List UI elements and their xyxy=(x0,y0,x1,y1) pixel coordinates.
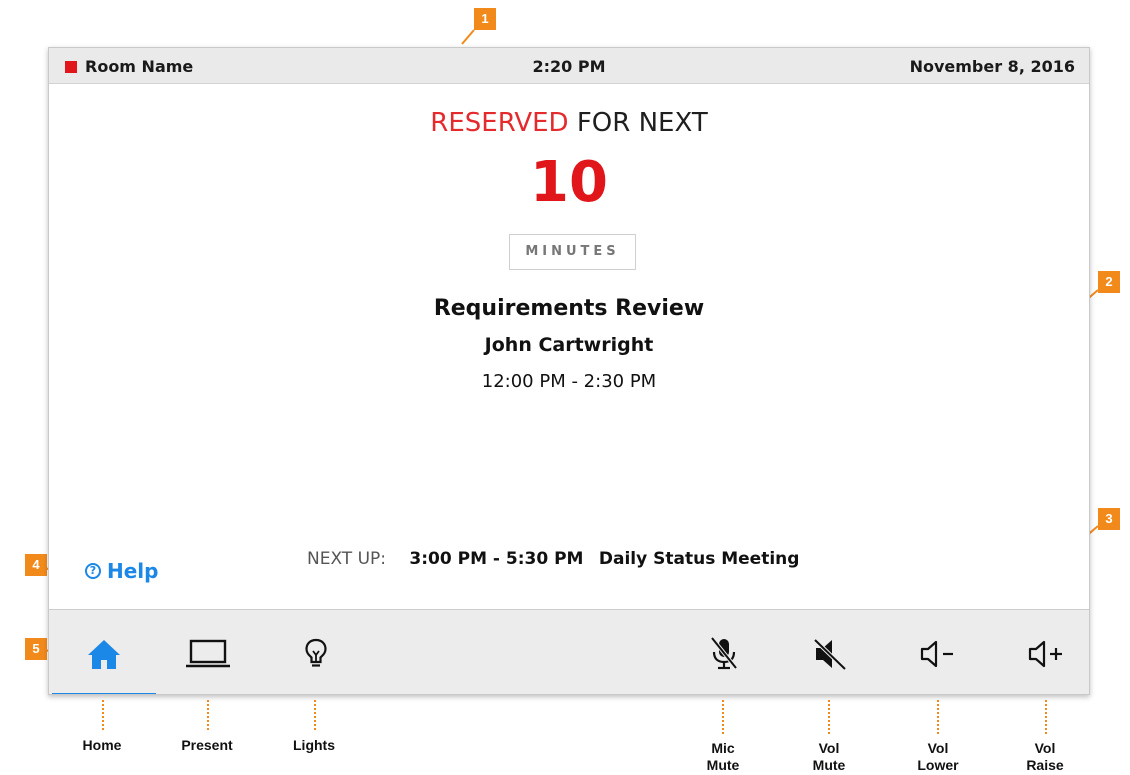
help-button[interactable]: ? Help xyxy=(85,559,158,583)
next-up-title: Daily Status Meeting xyxy=(598,549,800,569)
label-vol-lower: Vol Lower xyxy=(917,740,959,773)
mic-mute-icon xyxy=(710,636,738,669)
nav-vol-lower-button[interactable] xyxy=(897,610,979,694)
label-vol-mute: Vol Mute xyxy=(812,740,846,773)
label-lights: Lights xyxy=(293,737,335,753)
label-mic-mute: Mic Mute xyxy=(706,740,740,773)
reservation-panel: RESERVED FOR NEXT 10 MINUTES Requirement… xyxy=(49,85,1089,609)
nav-vol-raise-button[interactable] xyxy=(1005,610,1087,694)
vol-mute-leader-line xyxy=(828,700,830,734)
nav-home-button[interactable] xyxy=(52,610,156,694)
lightbulb-icon xyxy=(305,638,327,667)
label-vol-raise: Vol Raise xyxy=(1026,740,1064,773)
room-panel-screen: Room Name 2:20 PM November 8, 2016 RESER… xyxy=(48,47,1090,695)
home-icon xyxy=(88,639,120,669)
reserved-rest: FOR NEXT xyxy=(576,108,708,138)
nav-vol-mute-button[interactable] xyxy=(789,610,871,694)
home-leader-line xyxy=(102,700,104,730)
reservation-heading: RESERVED FOR NEXT xyxy=(49,108,1089,138)
volume-up-icon xyxy=(1028,640,1062,667)
status-bar: Room Name 2:20 PM November 8, 2016 xyxy=(49,48,1089,84)
nav-lights-button[interactable] xyxy=(275,610,357,694)
meeting-time-range: 12:00 PM - 2:30 PM xyxy=(481,371,657,392)
callout-1-leader xyxy=(461,29,475,45)
minutes-count: 10 xyxy=(530,150,608,215)
reserved-word: RESERVED xyxy=(430,108,569,138)
vol-lower-leader-line xyxy=(937,700,939,734)
label-present: Present xyxy=(181,737,233,753)
volume-down-icon xyxy=(920,640,953,667)
laptop-icon xyxy=(186,639,230,667)
present-leader-line xyxy=(207,700,209,730)
next-up-label: NEXT UP: xyxy=(307,549,387,569)
label-home: Home xyxy=(82,737,122,753)
help-label: Help xyxy=(107,559,159,583)
meeting-title: Requirements Review xyxy=(433,296,705,321)
active-tab-indicator xyxy=(52,693,156,694)
nav-present-button[interactable] xyxy=(167,610,249,694)
current-date: November 8, 2016 xyxy=(909,57,1075,76)
mic-mute-leader-line xyxy=(722,700,724,734)
help-icon: ? xyxy=(85,563,101,579)
nav-mic-mute-button[interactable] xyxy=(683,610,765,694)
speaker-mute-icon xyxy=(813,638,847,670)
lights-leader-line xyxy=(314,700,316,730)
bottom-nav-bar xyxy=(49,609,1089,694)
vol-raise-leader-line xyxy=(1045,700,1047,734)
meeting-organizer: John Cartwright xyxy=(484,334,654,356)
callout-1: 1 xyxy=(474,8,496,30)
next-up-time: 3:00 PM - 5:30 PM xyxy=(409,549,584,569)
minutes-unit-box: MINUTES xyxy=(509,234,636,270)
